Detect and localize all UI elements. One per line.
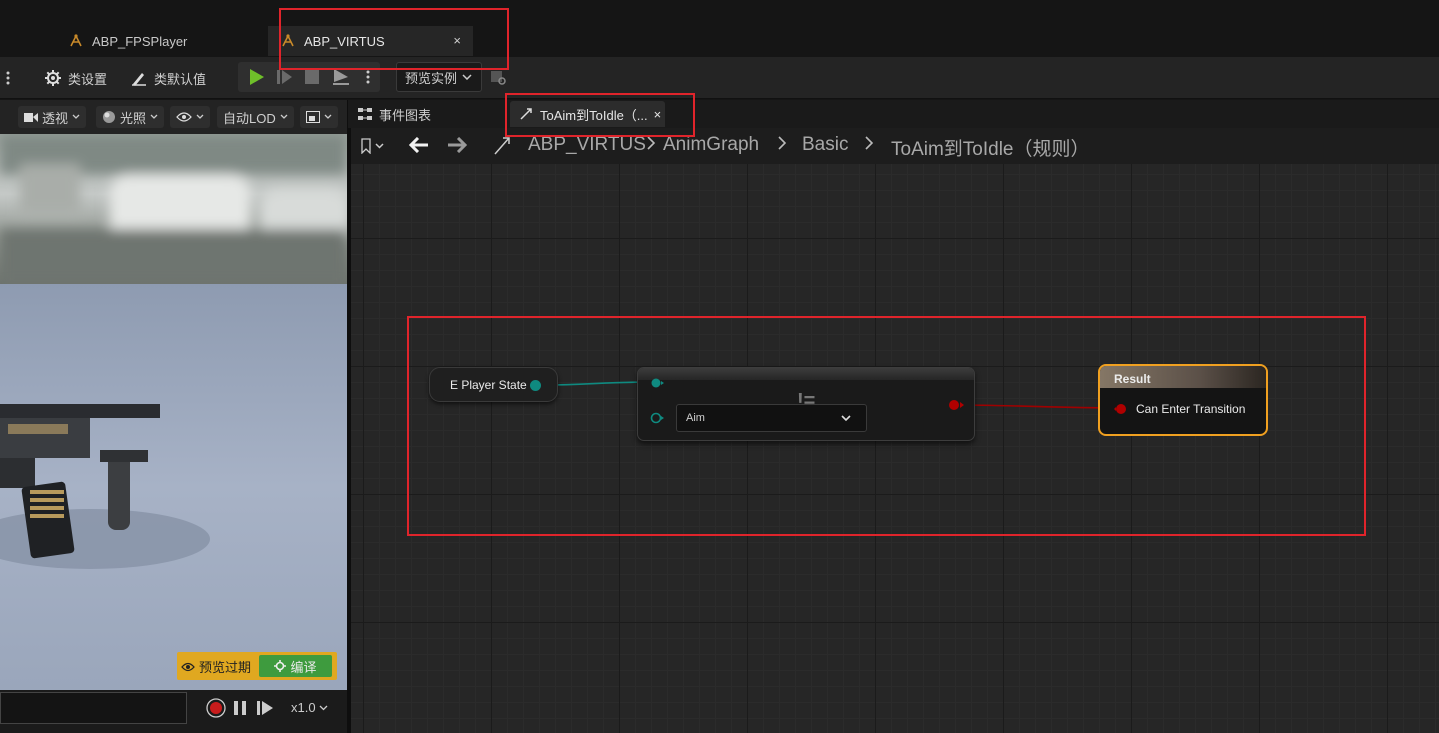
enum-output-pin[interactable] (530, 380, 541, 391)
result-node[interactable]: Result Can Enter Transition (1098, 364, 1268, 436)
enum-value-label: Aim (686, 412, 705, 424)
not-equal-enum-node[interactable]: != Aim (637, 367, 975, 441)
can-enter-transition-label: Can Enter Transition (1136, 402, 1246, 416)
variable-label: E Player State (450, 378, 527, 392)
enum-input-pin[interactable] (650, 412, 664, 424)
result-header: Result (1100, 366, 1266, 388)
enum-input-pin[interactable] (650, 377, 664, 389)
bool-input-pin[interactable] (1114, 403, 1130, 415)
result-title: Result (1114, 372, 1151, 386)
chevron-down-icon (841, 415, 851, 422)
node-header (638, 368, 974, 380)
enum-value-dropdown[interactable]: Aim (676, 404, 867, 432)
bool-output-pin[interactable] (948, 399, 964, 411)
player-state-variable-node[interactable]: E Player State (429, 367, 558, 402)
